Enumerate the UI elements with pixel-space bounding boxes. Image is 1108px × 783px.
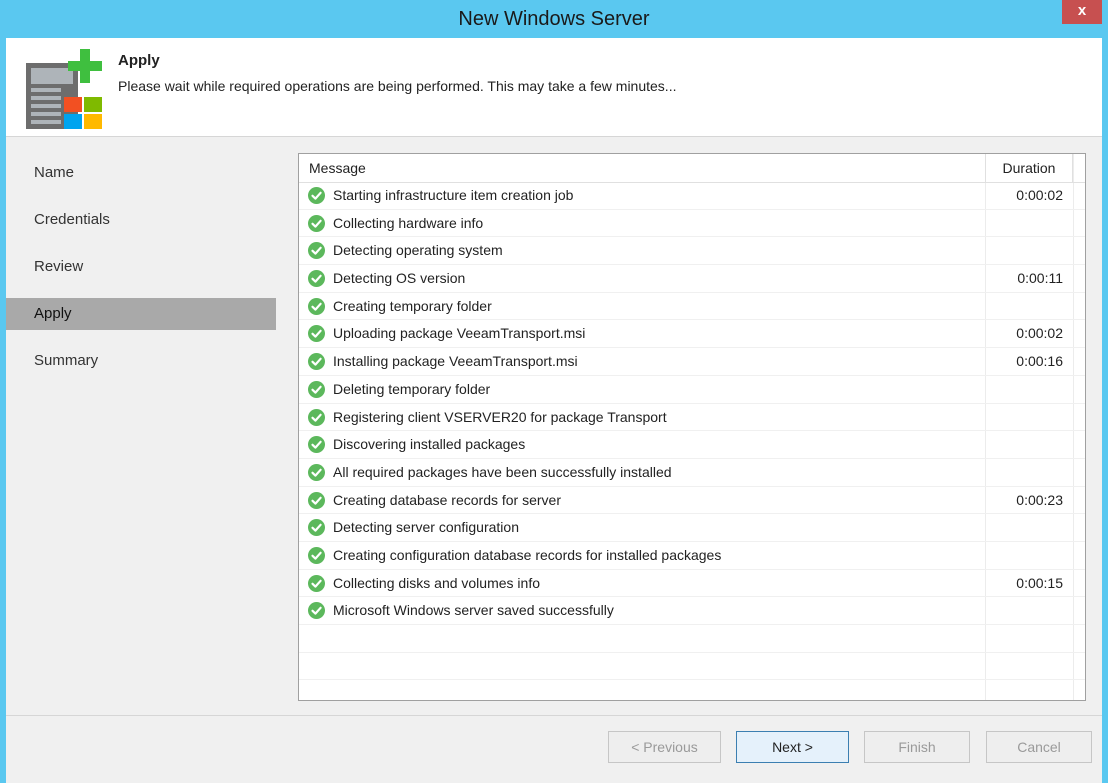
wizard-content: Apply Please wait while required operati… [6,38,1102,783]
log-row[interactable]: Detecting server configuration [299,514,1085,542]
log-row[interactable]: Detecting operating system [299,237,1085,266]
empty-row [299,653,1085,681]
wizard-header: Apply Please wait while required operati… [6,38,1102,136]
success-check-icon [308,408,325,426]
finish-button[interactable]: Finish [864,731,970,763]
footer-divider [6,715,1102,716]
nav-step-summary[interactable]: Summary [6,345,276,377]
success-check-icon [308,546,325,564]
window-title: New Windows Server [458,8,650,30]
success-check-icon [308,463,325,481]
log-duration: 0:00:02 [1016,187,1063,203]
success-check-icon [308,380,325,398]
success-check-icon [308,491,325,509]
log-row[interactable]: Registering client VSERVER20 for package… [299,404,1085,432]
log-row[interactable]: Creating temporary folder [299,293,1085,321]
log-duration: 0:00:16 [1016,353,1063,370]
log-message: Detecting OS version [333,270,466,287]
close-button[interactable]: x [1062,0,1102,24]
log-message: Creating temporary folder [333,297,492,314]
success-check-icon [308,297,325,315]
log-message: Collecting disks and volumes info [333,574,540,591]
success-check-icon [308,436,325,454]
success-check-icon [308,574,325,592]
new-server-icon [26,49,102,129]
log-message: Detecting server configuration [333,519,519,536]
empty-row [299,625,1085,653]
success-check-icon [308,602,325,620]
empty-row [299,680,1085,700]
wizard-window: New Windows Server x Apply Please wait w… [0,0,1108,783]
log-message: Creating database records for server [333,491,561,508]
log-message: Microsoft Windows server saved successfu… [333,602,614,619]
log-message: Registering client VSERVER20 for package… [333,408,667,425]
log-row[interactable]: Microsoft Windows server saved successfu… [299,597,1085,625]
log-duration: 0:00:15 [1016,574,1063,591]
column-header-duration[interactable]: Duration [985,154,1073,182]
next-button[interactable]: Next > [736,731,849,763]
log-table[interactable]: Message Duration Starting infrastructure… [298,153,1086,701]
column-header-message[interactable]: Message [309,154,366,182]
cancel-button[interactable]: Cancel [986,731,1092,763]
log-message: Discovering installed packages [333,436,526,453]
log-table-header: Message Duration [299,154,1085,183]
log-row[interactable]: Installing package VeeamTransport.msi 0:0… [299,348,1085,376]
success-check-icon [308,325,325,343]
log-row[interactable]: Uploading package VeeamTransport.msi 0:00… [299,320,1085,349]
nav-step-name[interactable]: Name [6,157,276,189]
success-check-icon [308,519,325,537]
log-rows: Starting infrastructure item creation jo… [299,182,1085,700]
log-message: Detecting operating system [333,242,503,259]
log-message: Starting infrastructure item creation jo… [333,187,574,203]
log-row[interactable]: Creating configuration database records … [299,542,1085,570]
log-row[interactable]: Starting infrastructure item creation jo… [299,182,1085,210]
wizard-steps-nav: Name Credentials Review Apply Summary [6,137,282,715]
success-check-icon [308,242,325,260]
log-duration: 0:00:02 [1016,325,1063,342]
title-bar[interactable]: New Windows Server x [0,0,1108,38]
log-message: All required packages have been successf… [333,463,672,480]
log-row[interactable]: Detecting OS version 0:00:11 [299,265,1085,293]
log-row[interactable]: All required packages have been successf… [299,459,1085,487]
success-check-icon [308,214,325,232]
log-row[interactable]: Deleting temporary folder [299,376,1085,404]
log-duration: 0:00:11 [1017,270,1063,287]
log-row[interactable]: Collecting hardware info [299,210,1085,238]
nav-step-credentials[interactable]: Credentials [6,204,276,236]
step-title: Apply [118,52,160,69]
log-row[interactable]: Discovering installed packages [299,431,1085,459]
log-duration: 0:00:23 [1016,491,1063,508]
step-description: Please wait while required operations ar… [118,78,677,94]
nav-step-apply[interactable]: Apply [6,298,276,330]
log-row[interactable]: Collecting disks and volumes info 0:00:15 [299,570,1085,598]
nav-step-review[interactable]: Review [6,251,276,283]
success-check-icon [308,187,325,204]
previous-button[interactable]: < Previous [608,731,721,763]
log-message: Collecting hardware info [333,214,484,231]
success-check-icon [308,270,325,288]
log-message: Deleting temporary folder [333,380,491,397]
log-message: Installing package VeeamTransport.msi [333,353,578,370]
log-row[interactable]: Creating database records for server 0:00… [299,487,1085,515]
log-message: Creating configuration database records … [333,546,722,563]
success-check-icon [308,353,325,371]
log-message: Uploading package VeeamTransport.msi [333,325,586,342]
